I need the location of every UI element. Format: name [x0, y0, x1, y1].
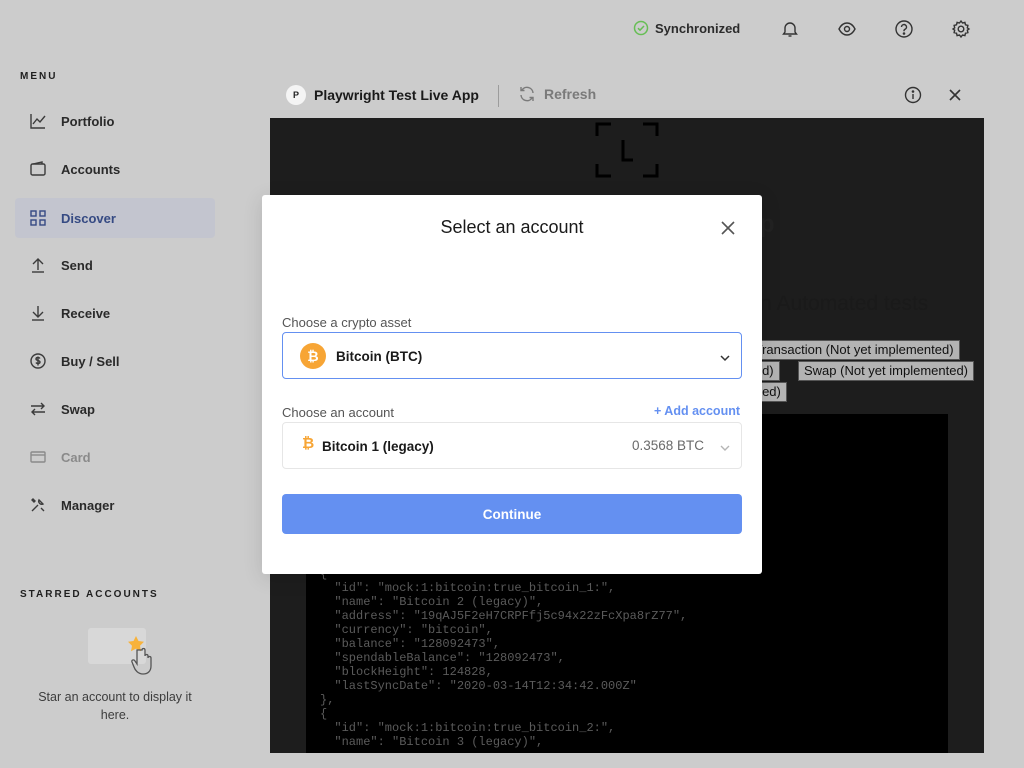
sidebar-item-label: Buy / Sell — [61, 353, 120, 369]
swap-button[interactable]: Swap (Not yet implemented) — [798, 361, 975, 381]
app-logo: P — [286, 85, 306, 105]
close-icon[interactable] — [720, 220, 736, 236]
dollar-circle-icon — [29, 352, 47, 370]
info-icon[interactable] — [904, 86, 922, 104]
crypto-asset-select[interactable]: ₿ Bitcoin (BTC) — [282, 332, 742, 379]
chevron-down-icon — [719, 441, 731, 453]
star-hand-icon — [84, 624, 164, 678]
starred-empty-text: Star an account to display it here. — [38, 690, 192, 722]
refresh-label: Refresh — [544, 86, 597, 102]
settings-icon[interactable] — [951, 19, 971, 39]
sidebar-item-discover[interactable]: Discover — [15, 198, 215, 238]
header-divider — [498, 85, 499, 107]
select-account-modal: Select an account Choose a crypto asset … — [262, 195, 762, 574]
swap-icon — [29, 400, 47, 418]
arrow-up-icon — [29, 256, 47, 274]
chevron-down-icon — [719, 351, 731, 363]
account-balance: 0.3568 BTC — [631, 438, 704, 453]
eye-icon[interactable] — [837, 19, 857, 39]
arrow-down-icon — [29, 304, 47, 322]
sign-transaction-button[interactable]: n Transaction (Not yet implemented) — [738, 340, 960, 360]
sidebar-item-label: Swap — [61, 401, 95, 417]
sidebar-item-card[interactable]: Card — [15, 437, 215, 477]
asset-value: Bitcoin (BTC) — [336, 349, 423, 364]
continue-button[interactable]: Continue — [282, 494, 742, 534]
app-subtitle: d in Automated tests — [738, 292, 929, 315]
modal-title: Select an account — [440, 217, 584, 237]
add-account-button[interactable]: + Add account — [654, 404, 740, 418]
account-name: Bitcoin 1 (legacy) — [322, 439, 434, 454]
sidebar-item-swap[interactable]: Swap — [15, 389, 215, 429]
close-icon[interactable] — [946, 86, 964, 104]
tools-icon — [29, 496, 47, 514]
app-title: Playwright Test Live App — [314, 87, 479, 103]
sidebar-item-receive[interactable]: Receive — [15, 293, 215, 333]
account-select[interactable]: ₿ Bitcoin 1 (legacy) 0.3568 BTC — [282, 422, 742, 469]
bell-icon[interactable] — [780, 19, 800, 39]
sidebar-item-accounts[interactable]: Accounts — [15, 149, 215, 189]
starred-accounts-title: STARRED ACCOUNTS — [20, 589, 159, 600]
sidebar-item-label: Manager — [61, 497, 115, 513]
refresh-button[interactable]: Refresh — [518, 85, 596, 103]
sidebar-item-label: Receive — [61, 305, 111, 321]
frame-logo-icon — [595, 122, 659, 178]
menu-title: MENU — [20, 71, 58, 82]
account-label: Choose an account — [282, 405, 395, 420]
sync-status-label: Synchronized — [655, 20, 741, 36]
sidebar-item-manager[interactable]: Manager — [15, 485, 215, 525]
sync-status[interactable]: Synchronized — [633, 20, 740, 36]
refresh-icon — [518, 85, 536, 103]
asset-label: Choose a crypto asset — [282, 315, 412, 330]
chart-line-icon — [29, 112, 47, 130]
sidebar-item-label: Discover — [61, 210, 116, 226]
sidebar-item-label: Accounts — [61, 161, 121, 177]
card-icon — [29, 448, 47, 466]
bitcoin-icon: ₿ — [300, 343, 326, 369]
grid-icon — [29, 209, 47, 227]
sidebar-item-send[interactable]: Send — [15, 245, 215, 285]
sidebar-item-label: Portfolio — [61, 113, 115, 129]
wallet-icon — [29, 160, 47, 178]
json-text: { "id": "mock:1:bitcoin:true_bitcoin_1:"… — [320, 567, 688, 749]
help-icon[interactable] — [894, 19, 914, 39]
check-circle-icon — [633, 20, 649, 36]
live-app-header: P Playwright Test Live App Refresh — [270, 73, 984, 118]
sidebar-item-label: Card — [61, 449, 91, 465]
sidebar-item-portfolio[interactable]: Portfolio — [15, 101, 215, 141]
sidebar-item-label: Send — [61, 257, 93, 273]
sidebar-item-buy-sell[interactable]: Buy / Sell — [15, 341, 215, 381]
bitcoin-icon: ₿ — [302, 435, 315, 452]
sidebar: MENU Portfolio Accounts Discover Send Re… — [0, 0, 230, 768]
